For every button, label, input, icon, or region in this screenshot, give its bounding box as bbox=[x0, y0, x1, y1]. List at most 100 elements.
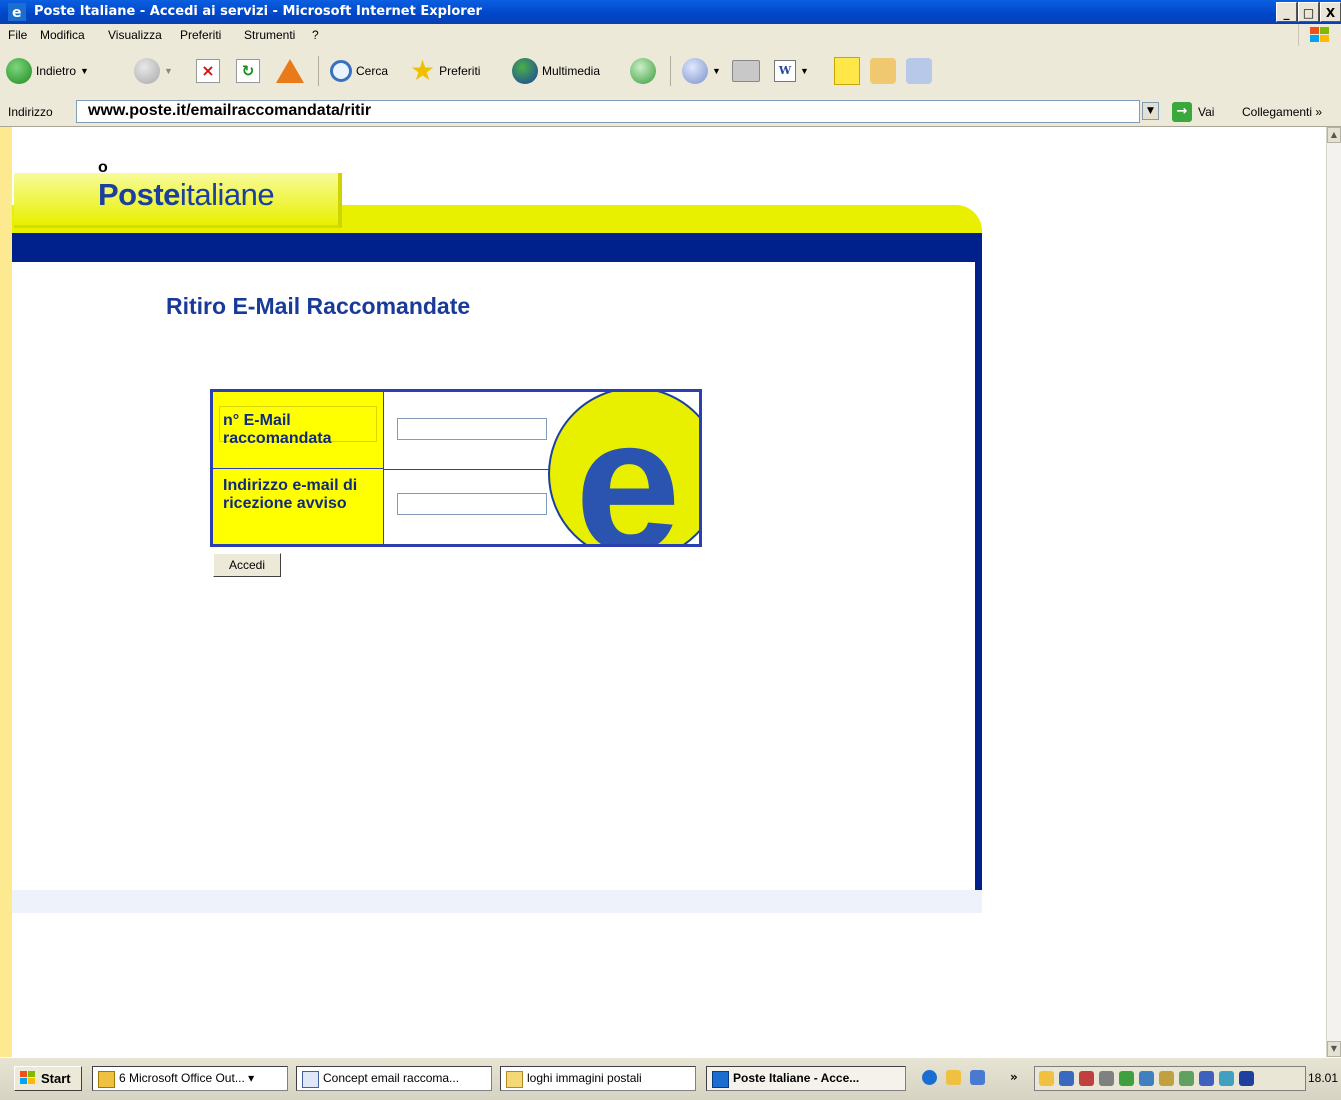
go-button[interactable]: Vai bbox=[1198, 105, 1214, 119]
tray-icon[interactable] bbox=[1099, 1071, 1114, 1086]
close-button[interactable]: X bbox=[1320, 2, 1341, 22]
scroll-up-button[interactable]: ▲ bbox=[1327, 127, 1341, 143]
windows-flag-icon bbox=[20, 1071, 35, 1084]
tray-icon[interactable] bbox=[1119, 1071, 1134, 1086]
print-button[interactable] bbox=[732, 54, 760, 88]
field1-label-cell: n° E-Mail raccomandata bbox=[213, 392, 384, 469]
links-label: Collegamenti bbox=[1242, 105, 1313, 119]
chevron-down-icon: ▼ bbox=[712, 66, 721, 76]
menu-visualizza[interactable]: Visualizza bbox=[108, 28, 162, 42]
menu-strumenti[interactable]: Strumenti bbox=[244, 28, 295, 42]
system-tray bbox=[1034, 1066, 1306, 1091]
edit-button[interactable]: W ▼ bbox=[774, 54, 809, 88]
document-icon bbox=[302, 1071, 319, 1088]
vertical-scrollbar[interactable]: ▲ ▼ bbox=[1326, 127, 1341, 1057]
taskbar-button-label: 6 Microsoft Office Out... bbox=[119, 1071, 245, 1085]
outlook-icon bbox=[98, 1071, 115, 1088]
scroll-down-button[interactable]: ▼ bbox=[1327, 1041, 1341, 1057]
minimize-button[interactable]: _ bbox=[1276, 2, 1297, 22]
multimedia-label: Multimedia bbox=[542, 64, 601, 78]
logo-light: italiane bbox=[179, 177, 275, 212]
taskbar-button-ie[interactable]: Poste Italiane - Acce... bbox=[706, 1066, 906, 1091]
forward-button[interactable]: ▼ bbox=[134, 54, 173, 88]
mail-icon bbox=[682, 58, 708, 84]
tray-icon[interactable] bbox=[1079, 1071, 1094, 1086]
login-form: n° E-Mail raccomandata Indirizzo e-mail … bbox=[210, 389, 702, 547]
menu-file[interactable]: File bbox=[8, 28, 27, 42]
menu-help[interactable]: ? bbox=[312, 28, 319, 42]
messenger-icon bbox=[870, 58, 896, 84]
address-dropdown-button[interactable]: ▼ bbox=[1142, 102, 1159, 120]
multimedia-button[interactable]: Multimedia bbox=[512, 54, 600, 88]
poste-italiane-logo[interactable]: Posteitaliane bbox=[98, 177, 275, 213]
email-number-input[interactable] bbox=[397, 418, 547, 440]
tray-icon[interactable] bbox=[1159, 1071, 1174, 1086]
window-title-bar[interactable]: e Poste Italiane - Accedi ai servizi - M… bbox=[0, 0, 1341, 24]
address-url[interactable]: www.poste.it/emailraccomandata/ritir bbox=[88, 102, 371, 120]
svg-text:e: e bbox=[12, 5, 22, 21]
stop-button[interactable]: × bbox=[196, 54, 220, 88]
outlook-quicklaunch-icon[interactable] bbox=[946, 1070, 961, 1085]
field2-label: Indirizzo e-mail di ricezione avviso bbox=[223, 477, 358, 512]
start-button[interactable]: Start bbox=[14, 1066, 82, 1091]
windows-flag-icon bbox=[1298, 24, 1339, 46]
refresh-icon: ↻ bbox=[236, 59, 260, 83]
favorites-button[interactable]: ★ Preferiti bbox=[410, 54, 480, 88]
history-button[interactable] bbox=[630, 54, 656, 88]
tray-icon[interactable] bbox=[1039, 1071, 1054, 1086]
start-label: Start bbox=[41, 1071, 71, 1086]
tray-icon[interactable] bbox=[1219, 1071, 1234, 1086]
page-footer bbox=[12, 890, 982, 913]
globe-icon bbox=[512, 58, 538, 84]
go-arrow-icon[interactable]: → bbox=[1172, 102, 1192, 122]
maximize-button[interactable]: □ bbox=[1298, 2, 1319, 22]
research-icon bbox=[906, 58, 932, 84]
tray-icon[interactable] bbox=[1179, 1071, 1194, 1086]
taskbar-button-concept[interactable]: Concept email raccoma... bbox=[296, 1066, 492, 1091]
tray-icon[interactable] bbox=[1199, 1071, 1214, 1086]
research-button[interactable] bbox=[906, 54, 932, 88]
mail-button[interactable]: ▼ bbox=[682, 54, 721, 88]
clock[interactable]: 18.01 bbox=[1308, 1071, 1338, 1085]
browser-toolbar: Indietro ▼ ▼ × ↻ Cerca ★ Preferiti Multi… bbox=[0, 46, 1341, 99]
toolbar-separator bbox=[318, 56, 319, 86]
notes-button[interactable] bbox=[834, 54, 860, 88]
ie-icon: e bbox=[8, 3, 26, 21]
header-navy-band bbox=[12, 233, 982, 262]
stop-icon: × bbox=[196, 59, 220, 83]
ie-quicklaunch-icon[interactable] bbox=[922, 1070, 937, 1085]
messenger-button[interactable] bbox=[870, 54, 896, 88]
browser-quicklaunch-icon[interactable] bbox=[970, 1070, 985, 1085]
printer-icon bbox=[732, 60, 760, 82]
e-mail-emblem-icon: e bbox=[548, 392, 699, 544]
home-button[interactable] bbox=[276, 54, 304, 88]
search-button[interactable]: Cerca bbox=[330, 54, 388, 88]
taskbar-button-label: Poste Italiane - Acce... bbox=[733, 1071, 860, 1085]
search-icon bbox=[330, 60, 352, 82]
taskbar: Start 6 Microsoft Office Out... ▾ Concep… bbox=[0, 1057, 1341, 1100]
history-icon bbox=[630, 58, 656, 84]
more-icon[interactable]: » bbox=[1010, 1070, 1018, 1084]
tray-icon[interactable] bbox=[1239, 1071, 1254, 1086]
emblem-letter: e bbox=[575, 392, 681, 544]
folder-icon bbox=[506, 1071, 523, 1088]
window-title: Poste Italiane - Accedi ai servizi - Mic… bbox=[34, 4, 482, 19]
accedi-button[interactable]: Accedi bbox=[213, 553, 281, 577]
menu-preferiti[interactable]: Preferiti bbox=[180, 28, 221, 42]
favorites-label: Preferiti bbox=[439, 64, 481, 78]
links-button[interactable]: Collegamenti » bbox=[1242, 105, 1322, 119]
notification-email-input[interactable] bbox=[397, 493, 547, 515]
back-button[interactable]: Indietro ▼ bbox=[6, 54, 89, 88]
note-icon bbox=[834, 57, 860, 85]
window-left-border bbox=[0, 127, 12, 1057]
tray-icon[interactable] bbox=[1139, 1071, 1154, 1086]
menu-modifica[interactable]: Modifica bbox=[40, 28, 85, 42]
back-arrow-icon bbox=[6, 58, 32, 84]
logo-bold: Poste bbox=[98, 177, 180, 212]
tray-icon[interactable] bbox=[1059, 1071, 1074, 1086]
taskbar-button-outlook[interactable]: 6 Microsoft Office Out... ▾ bbox=[92, 1066, 288, 1091]
address-bar: Indirizzo www.poste.it/emailraccomandata… bbox=[0, 98, 1341, 127]
taskbar-button-label: Concept email raccoma... bbox=[323, 1071, 460, 1085]
taskbar-button-folder[interactable]: loghi immagini postali bbox=[500, 1066, 696, 1091]
refresh-button[interactable]: ↻ bbox=[236, 54, 260, 88]
